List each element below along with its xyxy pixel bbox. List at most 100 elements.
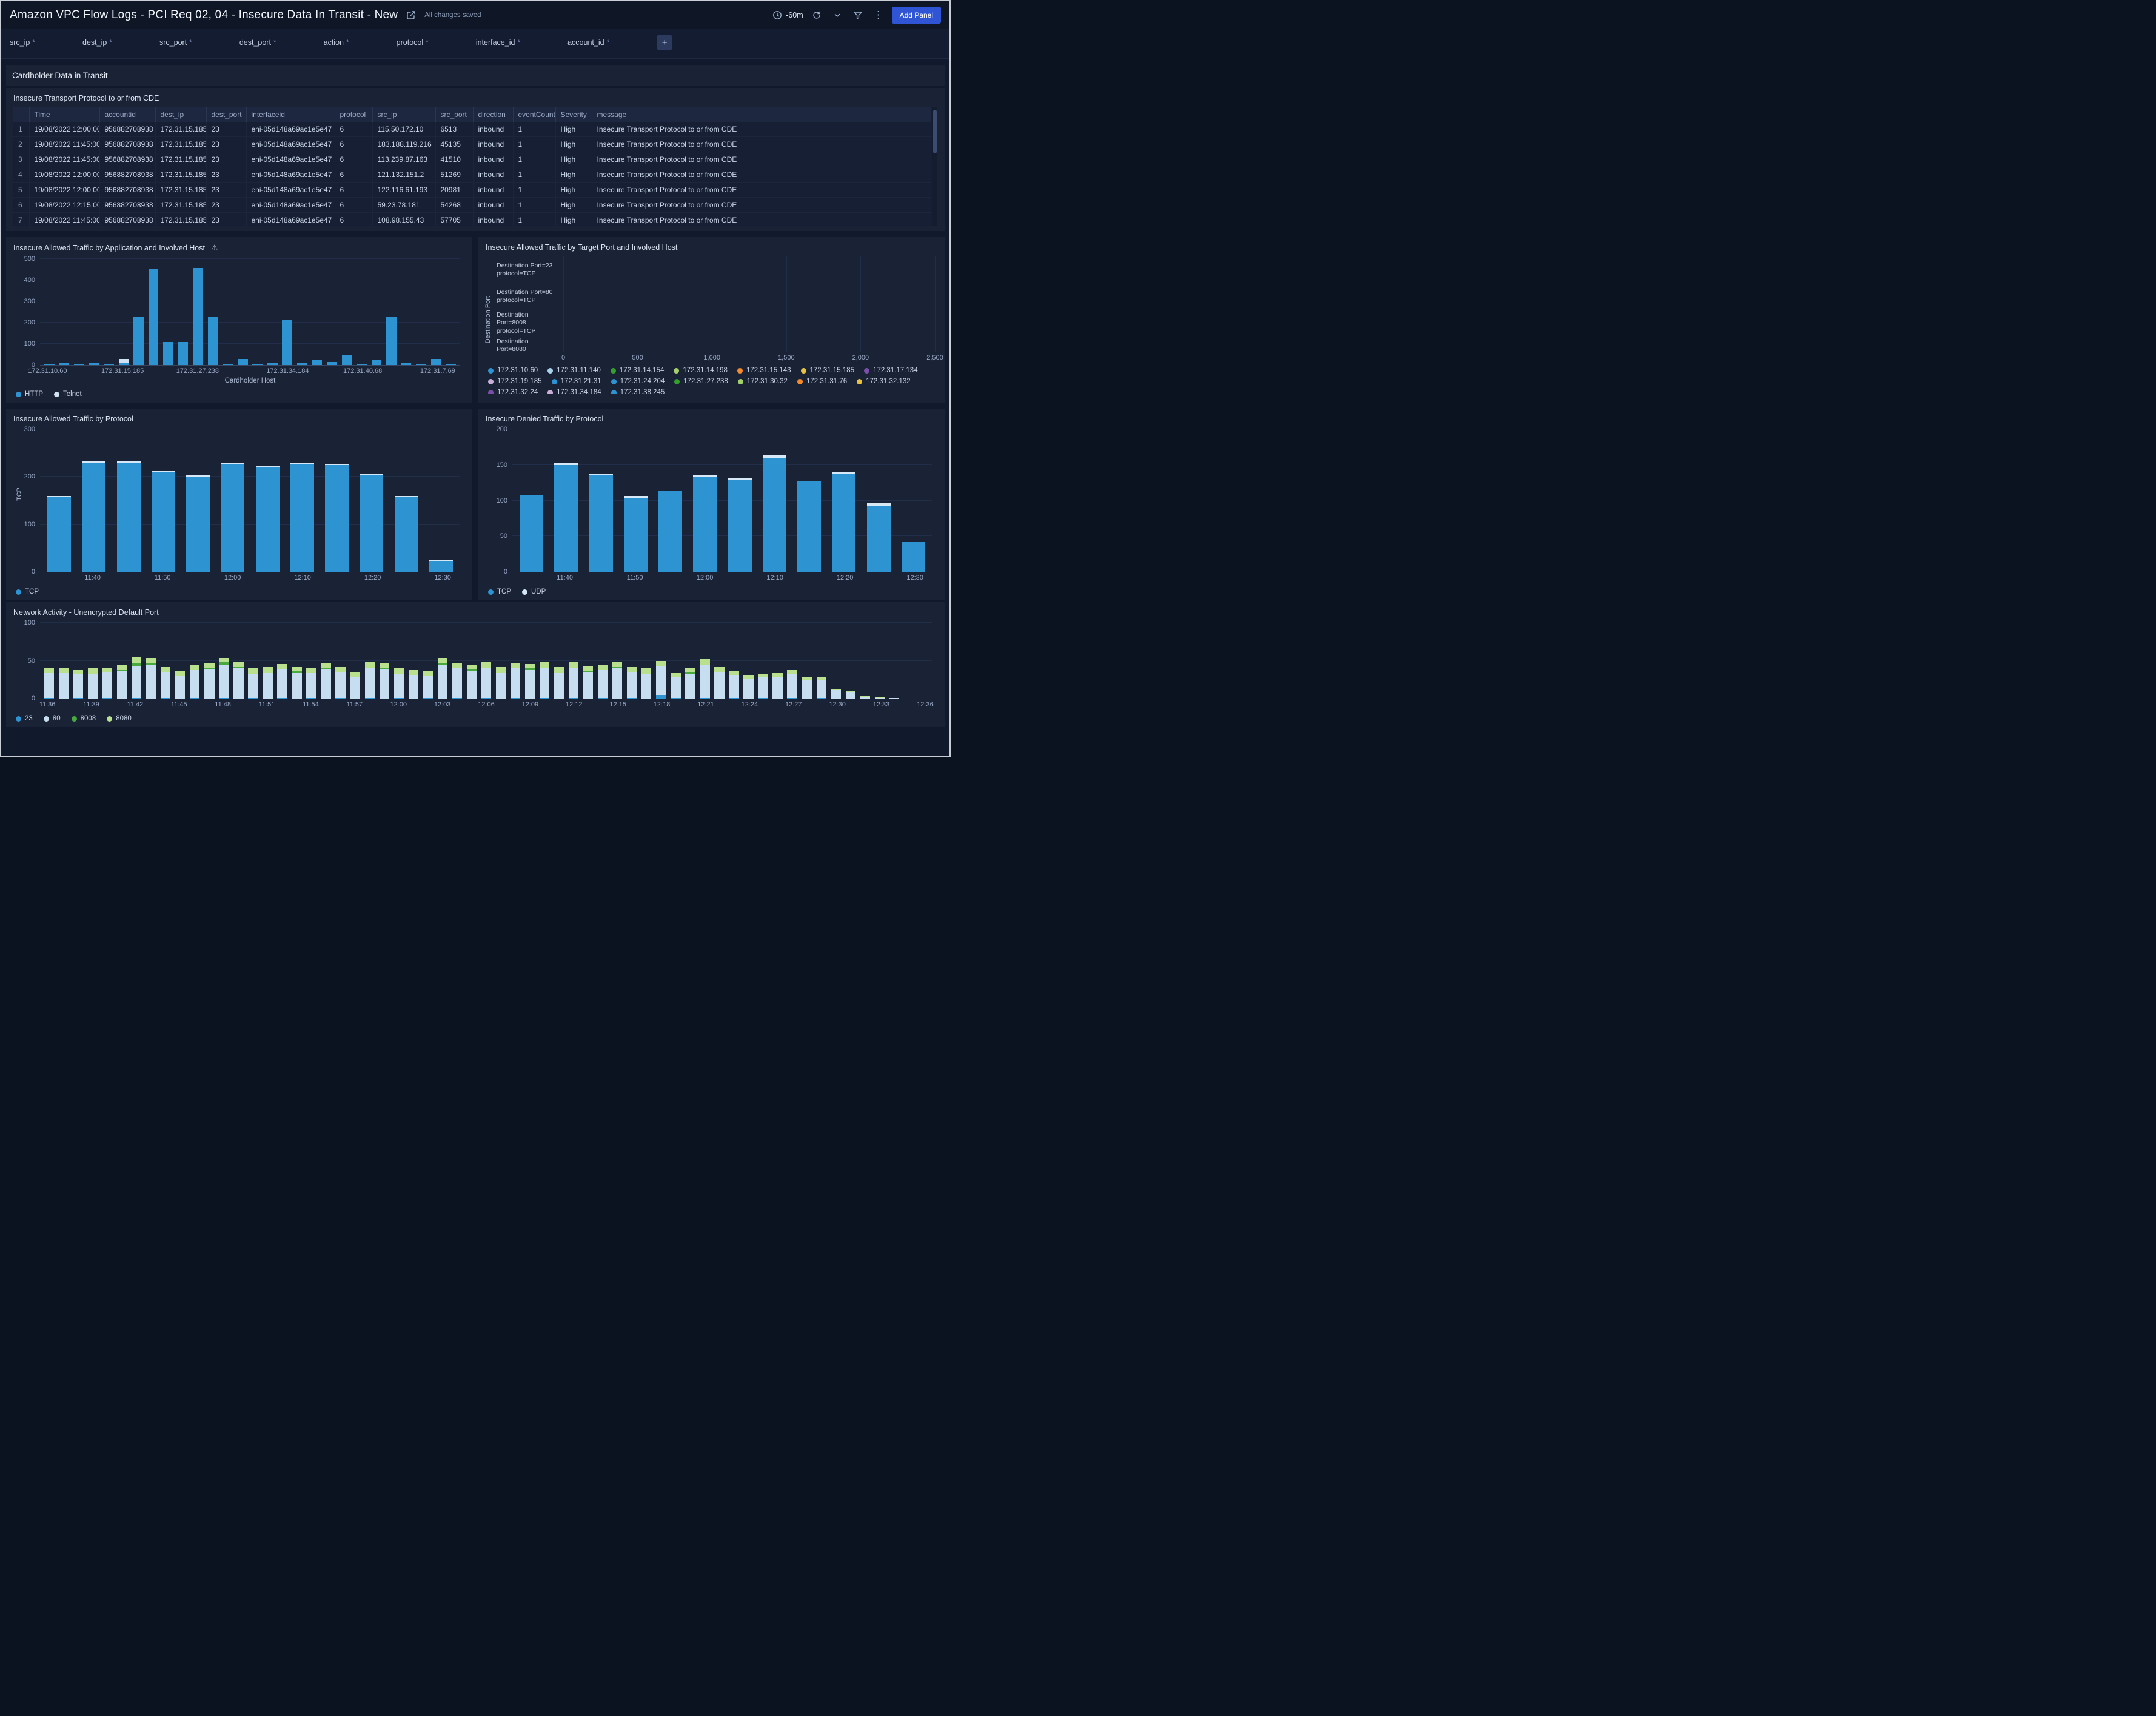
bar-segment-80: [889, 698, 899, 699]
column-header-Severity[interactable]: Severity: [555, 107, 592, 122]
legend-item-172.31.14.198[interactable]: 172.31.14.198: [674, 367, 728, 374]
y-tick-label: 200: [24, 319, 35, 326]
legend-item-172.31.19.185[interactable]: 172.31.19.185: [488, 378, 542, 385]
legend-item-HTTP[interactable]: HTTP: [16, 390, 43, 398]
column-header-protocol[interactable]: protocol: [335, 107, 372, 122]
filter-input-account_id[interactable]: [612, 38, 640, 47]
bar-slot: [826, 429, 861, 572]
filter-input-src_ip[interactable]: [38, 38, 65, 47]
filter-input-action[interactable]: [352, 38, 380, 47]
x-tick-label: 12:00: [224, 574, 241, 581]
legend-item-8008[interactable]: 8008: [72, 715, 96, 722]
table-row[interactable]: 219/08/2022 11:45:00956882708938172.31.1…: [13, 137, 931, 152]
bar: [540, 623, 549, 699]
table-row[interactable]: 719/08/2022 11:45:00956882708938172.31.1…: [13, 213, 931, 227]
bar-segment-23: [817, 698, 826, 699]
bar: [297, 259, 307, 365]
bar-segment-8080: [438, 658, 447, 663]
legend-item-Telnet[interactable]: Telnet: [54, 390, 82, 398]
filter-input-protocol[interactable]: [431, 38, 459, 47]
column-header-dest_port[interactable]: dest_port: [206, 107, 246, 122]
filter-input-interface_id[interactable]: [523, 38, 551, 47]
x-tick-label: 11:50: [627, 574, 643, 581]
bar: [452, 623, 462, 699]
legend-item-172.31.21.31[interactable]: 172.31.21.31: [552, 378, 601, 385]
legend-item-TCP[interactable]: TCP: [488, 588, 511, 595]
legend-item-172.31.11.140[interactable]: 172.31.11.140: [547, 367, 601, 374]
column-header-interfaceid[interactable]: interfaceid: [246, 107, 335, 122]
bar: [714, 623, 724, 699]
bar: [496, 623, 506, 699]
time-range-button[interactable]: -60m: [772, 10, 803, 20]
x-tick-label: 12:03: [434, 701, 451, 708]
chevron-down-icon[interactable]: [830, 8, 845, 22]
filter-input-src_port[interactable]: [195, 38, 223, 47]
bar-slot: [216, 623, 231, 699]
bar-segment-8080: [335, 667, 345, 672]
legend-item-UDP[interactable]: UDP: [522, 588, 546, 595]
legend-item-TCP[interactable]: TCP: [16, 588, 39, 595]
add-filter-button[interactable]: +: [657, 35, 672, 50]
legend-item-172.31.10.60[interactable]: 172.31.10.60: [488, 367, 538, 374]
filter-button[interactable]: [851, 8, 865, 22]
bar-slot: [413, 259, 429, 365]
bar-segment-80: [700, 665, 709, 698]
legend-item-172.31.14.154[interactable]: 172.31.14.154: [611, 367, 665, 374]
more-options-button[interactable]: ⋮: [871, 8, 886, 22]
bar-segment-8080: [263, 667, 272, 673]
bar-slot: [260, 623, 275, 699]
bar-slot: [712, 623, 726, 699]
bar: [431, 259, 441, 365]
legend-item-172.31.34.184[interactable]: 172.31.34.184: [547, 389, 601, 394]
bar-slot: [595, 623, 610, 699]
legend-item-172.31.32.132[interactable]: 172.31.32.132: [857, 378, 911, 385]
bar-segment-HTTP: [133, 317, 144, 365]
bar-segment-80: [321, 669, 330, 699]
legend-item-23[interactable]: 23: [16, 715, 33, 722]
bar-segment-HTTP: [327, 362, 337, 365]
refresh-button[interactable]: [809, 8, 824, 22]
column-header-src_ip[interactable]: src_ip: [372, 107, 435, 122]
legend-item-172.31.24.204[interactable]: 172.31.24.204: [611, 378, 665, 385]
add-panel-button[interactable]: Add Panel: [892, 7, 941, 24]
edit-title-icon[interactable]: [404, 8, 418, 22]
column-header-message[interactable]: message: [592, 107, 931, 122]
table-row[interactable]: 119/08/2022 12:00:00956882708938172.31.1…: [13, 122, 931, 137]
bar-segment-8080: [394, 668, 404, 674]
bar: [152, 429, 175, 572]
scrollbar-thumb[interactable]: [933, 110, 937, 153]
column-header-accountid[interactable]: accountid: [99, 107, 155, 122]
legend-item-172.31.30.32[interactable]: 172.31.30.32: [738, 378, 788, 385]
bar: [438, 623, 447, 699]
column-header-direction[interactable]: direction: [473, 107, 513, 122]
legend-item-80[interactable]: 80: [44, 715, 61, 722]
legend-item-172.31.15.185[interactable]: 172.31.15.185: [801, 367, 855, 374]
legend-item-172.31.17.134[interactable]: 172.31.17.134: [864, 367, 918, 374]
filter-input-dest_port[interactable]: [279, 38, 307, 47]
legend-item-172.31.32.24[interactable]: 172.31.32.24: [488, 389, 538, 394]
table-row[interactable]: 619/08/2022 12:15:00956882708938172.31.1…: [13, 198, 931, 213]
bar-segment-8080: [102, 668, 112, 672]
filter-input-dest_ip[interactable]: [115, 38, 142, 47]
column-header-eventCount[interactable]: eventCount: [513, 107, 555, 122]
table-row[interactable]: 519/08/2022 12:00:00956882708938172.31.1…: [13, 183, 931, 198]
legend-item-172.31.31.76[interactable]: 172.31.31.76: [797, 378, 847, 385]
legend-item-172.31.15.143[interactable]: 172.31.15.143: [737, 367, 791, 374]
legend-item-8080[interactable]: 8080: [107, 715, 132, 722]
bar-slot: [435, 623, 450, 699]
legend-item-172.31.38.245[interactable]: 172.31.38.245: [611, 389, 665, 394]
table-row[interactable]: 319/08/2022 11:45:00956882708938172.31.1…: [13, 152, 931, 167]
filters-list: src_ip*dest_ip*src_port*dest_port*action…: [10, 38, 640, 47]
table-row[interactable]: 419/08/2022 12:00:00956882708938172.31.1…: [13, 167, 931, 183]
table-cell: 6: [335, 137, 372, 152]
table-scrollbar[interactable]: [932, 107, 937, 226]
bar: [357, 259, 367, 365]
column-header-dest_ip[interactable]: dest_ip: [155, 107, 206, 122]
column-header-src_port[interactable]: src_port: [435, 107, 473, 122]
legend-item-172.31.27.238[interactable]: 172.31.27.238: [674, 378, 728, 385]
column-header-Time[interactable]: Time: [29, 107, 99, 122]
warning-icon[interactable]: ⚠: [211, 243, 218, 253]
bar-segment-80: [102, 672, 112, 698]
bar: [693, 429, 717, 572]
bar: [44, 623, 54, 699]
